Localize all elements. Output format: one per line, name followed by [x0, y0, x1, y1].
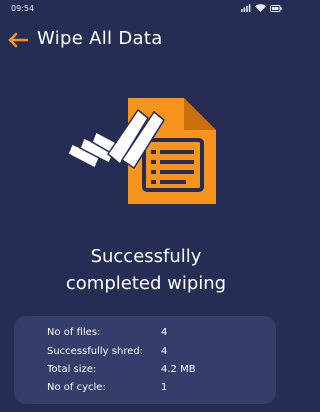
- wifi-icon: [255, 4, 266, 12]
- result-message: Successfully completed wiping: [0, 243, 292, 297]
- signal-icon: [241, 4, 251, 12]
- summary-value: 4.2 MB: [161, 364, 196, 375]
- summary-row-cycle: No of cycle: 1: [14, 382, 276, 399]
- app-header: Wipe All Data: [0, 24, 292, 56]
- summary-value: 4: [161, 327, 168, 338]
- summary-label: Successfully shred:: [47, 346, 144, 357]
- result-message-line-1: Successfully: [90, 246, 202, 267]
- summary-row-shred: Successfully shred: 4: [14, 346, 276, 363]
- summary-label: Total size:: [47, 364, 97, 375]
- page-title: Wipe All Data: [37, 28, 163, 49]
- summary-value: 4: [161, 346, 168, 357]
- summary-card: No of files: 4 Successfully shred: 4 Tot…: [14, 316, 276, 404]
- summary-row-size: Total size: 4.2 MB: [14, 364, 276, 381]
- summary-value: 1: [161, 382, 168, 393]
- summary-row-files: No of files: 4: [14, 327, 276, 344]
- status-bar: 09:54: [0, 0, 292, 18]
- document-icon: [67, 98, 216, 204]
- summary-label: No of files:: [47, 327, 101, 338]
- status-icons: [241, 4, 282, 12]
- arrow-left-icon: [8, 32, 29, 48]
- result-message-line-2: completed wiping: [65, 273, 227, 294]
- status-time: 09:54: [11, 4, 35, 13]
- summary-label: No of cycle:: [47, 382, 106, 393]
- battery-icon: [270, 4, 282, 12]
- back-button[interactable]: [6, 29, 30, 51]
- document-checkmark-illustration: [67, 96, 228, 206]
